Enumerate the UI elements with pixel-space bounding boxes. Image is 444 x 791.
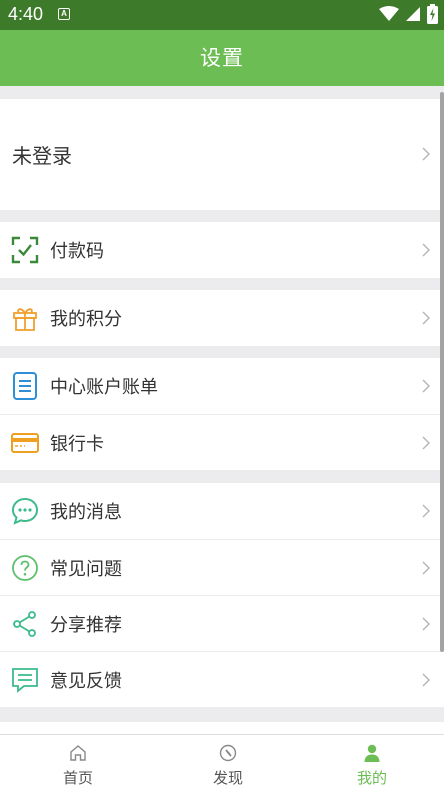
question-circle-icon <box>12 555 38 581</box>
scrollbar[interactable] <box>440 92 444 652</box>
tab-label: 首页 <box>62 769 93 787</box>
menu-item-faq[interactable]: 常见问题 <box>0 539 444 595</box>
menu-label: 我的消息 <box>50 502 122 523</box>
chat-bubble-icon <box>11 497 39 525</box>
credit-card-icon <box>11 433 39 453</box>
gift-icon <box>13 308 37 331</box>
points-card: 我的积分 <box>0 290 444 346</box>
cell-signal-icon <box>406 7 420 21</box>
tab-mine[interactable]: 我的 <box>298 735 444 791</box>
person-icon <box>364 744 380 762</box>
chevron-right-icon <box>422 379 430 393</box>
home-icon <box>70 745 86 761</box>
feedback-icon <box>12 668 38 693</box>
menu-label: 意见反馈 <box>50 670 122 692</box>
system-icons <box>379 4 438 24</box>
chevron-right-icon <box>422 243 430 257</box>
tab-discover[interactable]: 发现 <box>154 735 302 791</box>
tab-label: 发现 <box>212 769 243 787</box>
login-card: 未登录 <box>0 99 444 210</box>
menu-item-share[interactable]: 分享推荐 <box>0 595 444 651</box>
chevron-right-icon <box>422 504 430 518</box>
document-icon <box>13 372 37 400</box>
menu-item-center-bill[interactable]: 中心账户账单 <box>0 358 444 414</box>
bottom-tab-bar: 首页 发现 我的 <box>0 734 444 791</box>
compass-icon <box>219 744 237 762</box>
menu-item-payment-code[interactable]: 付款码 <box>0 222 444 278</box>
menu-item-bank-card[interactable]: 银行卡 <box>0 414 444 470</box>
menu-label: 分享推荐 <box>50 614 122 636</box>
next-card-partial <box>0 722 444 734</box>
battery-icon <box>427 4 438 24</box>
share-icon <box>13 611 36 637</box>
chevron-right-icon <box>422 673 430 687</box>
login-row[interactable]: 未登录 <box>0 99 444 210</box>
login-label: 未登录 <box>12 144 72 168</box>
notification-icon: A <box>58 8 70 20</box>
settings-list[interactable]: 未登录 付款码 我的积分 中心账户账单 银行卡 我的消息 常见问题 分享推荐 意… <box>0 86 444 734</box>
scan-check-icon <box>11 236 39 264</box>
menu-label: 付款码 <box>50 241 104 262</box>
chevron-right-icon <box>422 436 430 450</box>
chevron-right-icon <box>422 617 430 631</box>
chevron-right-icon <box>422 147 430 161</box>
menu-label: 银行卡 <box>50 433 104 455</box>
chevron-right-icon <box>422 311 430 325</box>
status-bar: 4:40 A <box>0 0 444 30</box>
menu-item-messages[interactable]: 我的消息 <box>0 483 444 539</box>
account-card: 中心账户账单 银行卡 <box>0 358 444 470</box>
app-header: 设置 <box>0 30 444 86</box>
status-time: 4:40 <box>8 4 44 24</box>
tab-home[interactable]: 首页 <box>4 735 152 791</box>
payment-card: 付款码 <box>0 222 444 278</box>
menu-label: 我的积分 <box>50 309 122 330</box>
menu-item-points[interactable]: 我的积分 <box>0 290 444 346</box>
menu-label: 中心账户账单 <box>50 377 158 398</box>
wifi-icon <box>379 6 399 21</box>
menu-label: 常见问题 <box>50 558 122 580</box>
tab-label: 我的 <box>356 769 387 787</box>
menu-item-feedback[interactable]: 意见反馈 <box>0 651 444 707</box>
support-card: 我的消息 常见问题 分享推荐 意见反馈 <box>0 483 444 707</box>
page-title: 设置 <box>200 46 244 70</box>
chevron-right-icon <box>422 561 430 575</box>
